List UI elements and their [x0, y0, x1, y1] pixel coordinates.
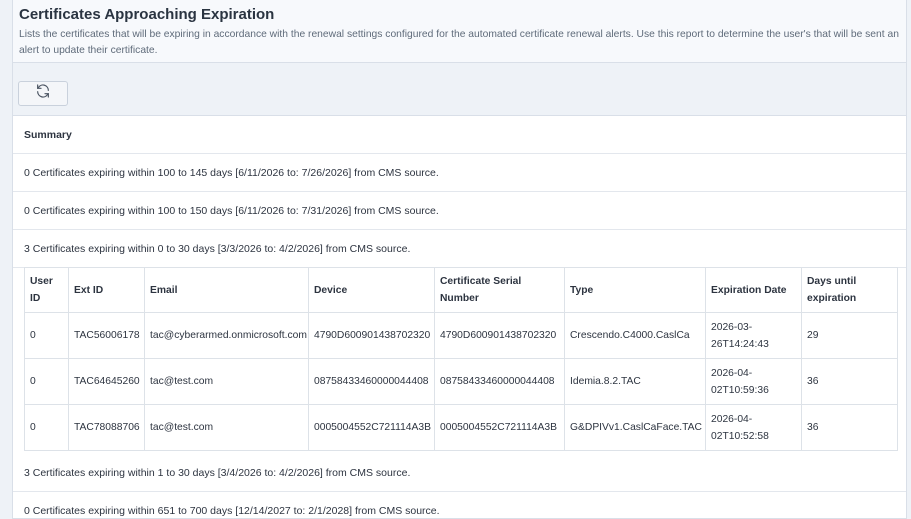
cell-user-id: 0 — [24, 404, 69, 451]
summary-heading: Summary — [13, 116, 906, 154]
cell-serial-number: 4790D600901438702320 — [434, 312, 565, 359]
col-serial-number[interactable]: Certificate Serial Number — [434, 267, 565, 313]
group-row: 0 Certificates expiring within 651 to 70… — [13, 492, 906, 518]
cell-email: tac@test.com — [144, 404, 309, 451]
table-row: 0 TAC78088706 tac@test.com 0005004552C72… — [24, 404, 898, 451]
table-header-row: User ID Ext ID Email Device Certificate … — [24, 267, 898, 313]
group-row: 0 Certificates expiring within 100 to 14… — [13, 154, 906, 192]
cell-type: Idemia.8.2.TAC — [564, 358, 706, 405]
cell-serial-number: 0005004552C721114A3B — [434, 404, 565, 451]
cell-serial-number: 08758433460000044408 — [434, 358, 565, 405]
page-description: Lists the certificates that will be expi… — [19, 29, 899, 56]
report-header: Certificates Approaching Expiration List… — [12, 0, 907, 63]
toolbar — [12, 63, 907, 115]
certificates-table: User ID Ext ID Email Device Certificate … — [24, 267, 898, 451]
page-title: Certificates Approaching Expiration — [19, 6, 275, 23]
cell-ext-id: TAC56006178 — [68, 312, 145, 359]
cell-device: 4790D600901438702320 — [308, 312, 435, 359]
col-user-id[interactable]: User ID — [24, 267, 69, 313]
table-row: 0 TAC56006178 tac@cyberarmed.onmicrosoft… — [24, 312, 898, 359]
cell-type: Crescendo.C4000.CaslCa — [564, 312, 706, 359]
cell-type: G&DPIVv1.CaslCaFace.TAC — [564, 404, 706, 451]
cell-user-id: 0 — [24, 358, 69, 405]
group-row: 3 Certificates expiring within 0 to 30 d… — [13, 230, 906, 268]
cell-days-until-expiration: 36 — [801, 404, 898, 451]
col-email[interactable]: Email — [144, 267, 309, 313]
cell-device: 08758433460000044408 — [308, 358, 435, 405]
table-row: 0 TAC64645260 tac@test.com 0875843346000… — [24, 358, 898, 405]
col-days-until-expiration[interactable]: Days until expiration — [801, 267, 898, 313]
cell-email: tac@cyberarmed.onmicrosoft.com — [144, 312, 309, 359]
col-type[interactable]: Type — [564, 267, 706, 313]
cell-user-id: 0 — [24, 312, 69, 359]
cell-email: tac@test.com — [144, 358, 309, 405]
col-ext-id[interactable]: Ext ID — [68, 267, 145, 313]
col-expiration-date[interactable]: Expiration Date — [705, 267, 802, 313]
cell-days-until-expiration: 29 — [801, 312, 898, 359]
cell-days-until-expiration: 36 — [801, 358, 898, 405]
cell-expiration-date: 2026-03-26T14:24:43 — [705, 312, 802, 359]
refresh-button[interactable] — [18, 81, 68, 106]
cell-ext-id: TAC78088706 — [68, 404, 145, 451]
cell-expiration-date: 2026-04-02T10:59:36 — [705, 358, 802, 405]
cell-ext-id: TAC64645260 — [68, 358, 145, 405]
refresh-icon — [35, 83, 51, 104]
cell-device: 0005004552C721114A3B — [308, 404, 435, 451]
group-row: 0 Certificates expiring within 100 to 15… — [13, 192, 906, 230]
col-device[interactable]: Device — [308, 267, 435, 313]
report-panel: Summary 0 Certificates expiring within 1… — [12, 115, 907, 519]
cell-expiration-date: 2026-04-02T10:52:58 — [705, 404, 802, 451]
group-row: 3 Certificates expiring within 1 to 30 d… — [13, 454, 906, 492]
